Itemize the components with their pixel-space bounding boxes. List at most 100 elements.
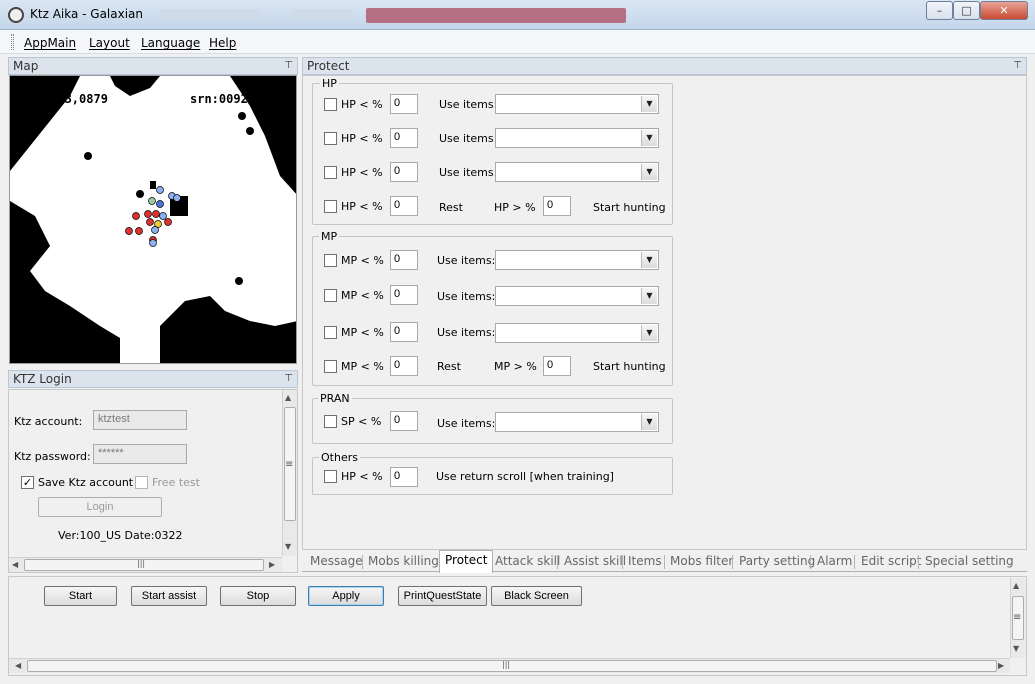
return-scroll-checkbox[interactable] (324, 470, 337, 483)
scroll-grip-icon: ||| (137, 559, 146, 568)
chevron-down-icon[interactable]: ▼ (641, 325, 657, 341)
mp-rule-3-item-select[interactable]: ▼ (495, 323, 659, 343)
title-blur-area (366, 8, 626, 23)
chevron-down-icon[interactable]: ▼ (641, 288, 657, 304)
mp-rule-2-checkbox[interactable] (324, 289, 337, 302)
password-input[interactable]: ****** (93, 444, 187, 464)
close-button[interactable]: ✕ (980, 1, 1028, 20)
hp-rule-1-item-select[interactable]: ▼ (495, 94, 659, 114)
hp-resume-label: HP > % (494, 201, 536, 214)
chevron-down-icon[interactable]: ▼ (641, 164, 657, 180)
protect-panel-header: Protect ⊤ (302, 57, 1027, 75)
pin-icon[interactable]: ⊤ (284, 373, 293, 384)
protect-panel-title: Protect (307, 59, 350, 73)
mp-rule-2-threshold[interactable]: 0 (390, 285, 418, 305)
login-vertical-scrollbar[interactable]: ▲ ≡ ▼ (282, 390, 297, 556)
tab-separator (854, 555, 855, 569)
tab-party-setting[interactable]: Party setting (734, 552, 820, 572)
hp-rule-1-threshold[interactable]: 0 (390, 94, 418, 114)
sp-rule-checkbox[interactable] (324, 415, 337, 428)
hp-rule-1-checkbox[interactable] (324, 98, 337, 111)
mp-rule-1-checkbox[interactable] (324, 254, 337, 267)
pran-group-label: PRAN (318, 392, 352, 405)
black-screen-button[interactable]: Black Screen (491, 586, 582, 606)
tab-items[interactable]: Items (623, 552, 667, 572)
scroll-left-icon[interactable]: ◀ (12, 560, 18, 569)
hp-rest-label: HP < % (341, 200, 383, 213)
hp-rule-3-checkbox[interactable] (324, 166, 337, 179)
hp-rest-text: Rest (439, 201, 463, 214)
chevron-down-icon[interactable]: ▼ (641, 96, 657, 112)
chevron-down-icon[interactable]: ▼ (641, 252, 657, 268)
scroll-right-icon[interactable]: ▶ (998, 661, 1004, 670)
tab-protect[interactable]: Protect (439, 550, 494, 573)
tab-assist-skill[interactable]: Assist skill (559, 552, 631, 572)
menu-appmain[interactable]: AppMain (24, 36, 76, 50)
hp-rule-3-threshold[interactable]: 0 (390, 162, 418, 182)
minimap[interactable]: map:3423,0879 srn:0092,0179 (9, 75, 297, 364)
login-button[interactable]: Login (38, 497, 162, 517)
pin-icon[interactable]: ⊤ (1013, 60, 1022, 71)
account-input[interactable]: ktztest (93, 410, 187, 430)
mp-resume-label: MP > % (494, 360, 537, 373)
return-scroll-threshold[interactable]: 0 (390, 467, 418, 487)
mp-rule-1-threshold[interactable]: 0 (390, 250, 418, 270)
menu-help[interactable]: Help (209, 36, 236, 50)
sp-rule-use-label: Use items: (437, 417, 496, 430)
sp-rule-threshold[interactable]: 0 (390, 411, 418, 431)
tab-alarm[interactable]: Alarm (812, 552, 857, 572)
scroll-down-icon[interactable]: ▼ (1013, 644, 1019, 653)
hp-rule-2-checkbox[interactable] (324, 132, 337, 145)
mp-group-label: MP (319, 230, 340, 243)
login-horizontal-scrollbar[interactable]: ◀ ||| ▶ (9, 557, 282, 572)
title-blur-area (160, 9, 260, 21)
scroll-up-icon[interactable]: ▲ (285, 393, 291, 402)
pin-icon[interactable]: ⊤ (284, 60, 293, 71)
minimize-button[interactable]: – (926, 1, 953, 20)
scroll-down-icon[interactable]: ▼ (285, 542, 291, 551)
tab-mobs-killing[interactable]: Mobs killing (363, 552, 444, 572)
scroll-up-icon[interactable]: ▲ (1013, 581, 1019, 590)
mp-rule-3-threshold[interactable]: 0 (390, 322, 418, 342)
tab-edit-script[interactable]: Edit script (856, 552, 927, 572)
apply-button[interactable]: Apply (308, 586, 384, 606)
minimap-canvas (10, 76, 296, 363)
tab-special-setting[interactable]: Special setting (920, 552, 1019, 572)
maximize-button[interactable]: □ (953, 1, 980, 20)
mp-start-hunting-label: Start hunting (593, 360, 666, 373)
hp-rest-checkbox[interactable] (324, 200, 337, 213)
tab-message[interactable]: Message (305, 552, 368, 572)
login-panel-title: KTZ Login (13, 372, 72, 386)
free-test-checkbox[interactable] (135, 476, 148, 489)
chevron-down-icon[interactable]: ▼ (641, 414, 657, 430)
mp-rest-checkbox[interactable] (324, 360, 337, 373)
mp-rest-threshold[interactable]: 0 (390, 356, 418, 376)
print-quest-state-button[interactable]: PrintQuestState (398, 586, 487, 606)
bottom-horizontal-scrollbar[interactable]: ◀ ||| ▶ (9, 658, 1010, 673)
bottom-vertical-scrollbar[interactable]: ▲ ≡ ▼ (1010, 578, 1025, 658)
hp-resume-threshold[interactable]: 0 (543, 196, 571, 216)
mp-rule-3-checkbox[interactable] (324, 326, 337, 339)
hp-rule-2-item-select[interactable]: ▼ (495, 128, 659, 148)
sp-rule-item-select[interactable]: ▼ (495, 412, 659, 432)
save-account-checkbox[interactable]: ✓ (21, 476, 34, 489)
scroll-thumb[interactable] (27, 660, 997, 672)
tab-attack-skill[interactable]: Attack skill (490, 552, 565, 572)
hp-rule-2-threshold[interactable]: 0 (390, 128, 418, 148)
mp-rule-1-item-select[interactable]: ▼ (495, 250, 659, 270)
scroll-right-icon[interactable]: ▶ (269, 560, 275, 569)
scroll-left-icon[interactable]: ◀ (15, 661, 21, 670)
start-assist-button[interactable]: Start assist (131, 586, 207, 606)
account-label: Ktz account: (14, 415, 83, 428)
menu-language[interactable]: Language (141, 36, 200, 50)
stop-button[interactable]: Stop (220, 586, 296, 606)
start-button[interactable]: Start (44, 586, 117, 606)
menu-layout[interactable]: Layout (89, 36, 130, 50)
chevron-down-icon[interactable]: ▼ (641, 130, 657, 146)
mp-rule-2-item-select[interactable]: ▼ (495, 286, 659, 306)
mp-rest-text: Rest (437, 360, 461, 373)
mp-resume-threshold[interactable]: 0 (543, 356, 571, 376)
hp-rule-3-item-select[interactable]: ▼ (495, 162, 659, 182)
tab-mobs-filter[interactable]: Mobs filter (665, 552, 738, 572)
hp-rest-threshold[interactable]: 0 (390, 196, 418, 216)
